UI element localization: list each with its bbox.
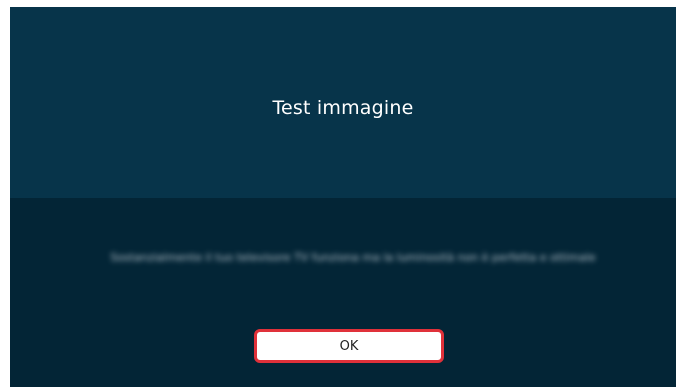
dialog-title: Test immagine — [272, 97, 414, 119]
dialog-body: Sostanzialmente il tuo televisore TV fun… — [10, 198, 676, 387]
picture-test-dialog: Test immagine Sostanzialmente il tuo tel… — [10, 7, 676, 387]
dialog-message: Sostanzialmente il tuo televisore TV fun… — [110, 251, 596, 264]
ok-button[interactable]: OK — [254, 329, 444, 363]
dialog-header: Test immagine — [10, 7, 676, 198]
